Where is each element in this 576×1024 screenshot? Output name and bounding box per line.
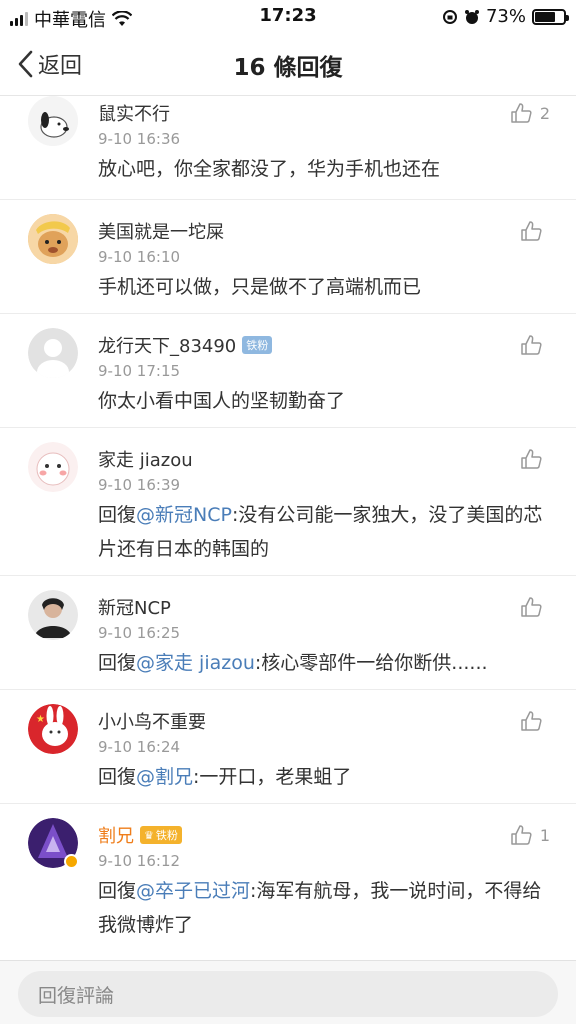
reply-bar: 回復評論	[0, 960, 576, 1024]
comment-author[interactable]: 鼠实不行	[98, 100, 170, 126]
mention-link[interactable]: @家走 jiazou	[136, 652, 255, 674]
avatar[interactable]	[28, 442, 78, 492]
mention-link[interactable]: @新冠NCP	[136, 504, 232, 526]
thumbs-up-icon	[521, 449, 542, 469]
comment-time: 9-10 17:15	[98, 362, 181, 380]
comment-author[interactable]: 美国就是一坨屎	[98, 218, 224, 244]
mention-link[interactable]: @卒子已过河	[136, 880, 250, 902]
comment-item: 割兄 ♛ 铁粉 9-10 16:12 回復@卒子已过河:海军有航母，我一说时间，不得…	[0, 804, 576, 964]
author-name: 美国就是一坨屎	[98, 222, 224, 243]
comment-text: 回復@割兄:一开口，老果蛆了	[98, 760, 546, 794]
page-title: 16 條回復	[233, 55, 343, 81]
avatar[interactable]	[28, 328, 78, 378]
like-button[interactable]	[520, 220, 550, 242]
comment-time: 9-10 16:39	[98, 476, 181, 494]
thumbs-up-icon	[511, 825, 532, 845]
comment-item: 鼠实不行 9-10 16:36 放心吧，你全家都没了，华为手机也还在 2	[0, 96, 576, 200]
avatar[interactable]	[28, 96, 78, 146]
reply-prefix: 回復	[98, 652, 137, 674]
reply-input[interactable]: 回復評論	[18, 971, 558, 1017]
like-count: 1	[539, 825, 550, 845]
reply-text: :一开口，老果蛆了	[193, 766, 352, 788]
thumbs-up-icon	[521, 221, 542, 241]
fan-badge-label: 铁粉	[155, 829, 178, 842]
author-name: 龙行天下_83490	[98, 336, 237, 357]
rotation-lock-icon	[442, 9, 457, 24]
comment-text: 你太小看中国人的坚韧勤奋了	[98, 390, 346, 412]
reply-prefix: 回復	[98, 504, 137, 526]
battery-icon	[532, 8, 569, 25]
thumbs-up-icon	[521, 711, 542, 731]
like-button[interactable]	[520, 710, 550, 732]
fan-badge: 铁粉	[242, 336, 273, 354]
nav-bar: 返回 16 條回復	[0, 34, 576, 96]
author-name: 割兄	[98, 826, 134, 847]
verified-badge-icon	[64, 854, 79, 869]
thumbs-up-icon	[511, 103, 532, 123]
comment-author[interactable]: 小小鸟不重要	[98, 708, 206, 734]
like-button[interactable]	[520, 334, 550, 356]
avatar[interactable]	[28, 214, 78, 264]
reply-prefix: 回復	[98, 880, 137, 902]
comment-time: 9-10 16:10	[98, 248, 181, 266]
comment-time: 9-10 16:12	[98, 852, 181, 870]
comment-item: 龙行天下_83490 铁粉 9-10 17:15 你太小看中国人的坚韧勤奋了	[0, 314, 576, 428]
comment-list: 鼠实不行 9-10 16:36 放心吧，你全家都没了，华为手机也还在 2 美国就…	[0, 96, 576, 964]
comment-item: 家走 jiazou 9-10 16:39 回復@新冠NCP:没有公司能一家独大，…	[0, 428, 576, 576]
thumbs-up-icon	[521, 597, 542, 617]
comment-time: 9-10 16:25	[98, 624, 181, 642]
comment-author[interactable]: 龙行天下_83490 铁粉	[98, 332, 273, 358]
comment-text: 回復@家走 jiazou:核心零部件一给你断供......	[98, 646, 546, 680]
comment-text: 手机还可以做，只是做不了高端机而已	[98, 276, 422, 298]
comment-item: 新冠NCP 9-10 16:25 回復@家走 jiazou:核心零部件一给你断供…	[0, 576, 576, 690]
comment-author[interactable]: 割兄 ♛ 铁粉	[98, 822, 182, 848]
status-bar: 中華電信 17:23 73%	[0, 0, 576, 34]
status-right: 73%	[442, 6, 569, 27]
author-name: 小小鸟不重要	[98, 712, 206, 733]
reply-text: :核心零部件一给你断供......	[254, 652, 488, 674]
alarm-icon	[464, 9, 479, 24]
like-button[interactable]: 2	[510, 102, 550, 124]
author-name: 家走 jiazou	[98, 450, 193, 471]
like-button[interactable]	[520, 448, 550, 470]
comment-item: ★ 小小鸟不重要 9-10 16:24 回復@割兄:一开口，老果蛆了	[0, 690, 576, 804]
comment-item: 美国就是一坨屎 9-10 16:10 手机还可以做，只是做不了高端机而已	[0, 200, 576, 314]
thumbs-up-icon	[521, 335, 542, 355]
like-button[interactable]: 1	[510, 824, 550, 846]
svg-text:★: ★	[36, 714, 45, 725]
comment-time: 9-10 16:24	[98, 738, 181, 756]
author-name: 新冠NCP	[98, 598, 171, 619]
comment-text: 放心吧，你全家都没了，华为手机也还在	[98, 158, 441, 180]
comment-time: 9-10 16:36	[98, 130, 181, 148]
crown-icon: ♛	[144, 828, 154, 842]
fan-badge: ♛ 铁粉	[140, 826, 182, 844]
like-button[interactable]	[520, 596, 550, 618]
author-name: 鼠实不行	[98, 104, 170, 125]
mention-link[interactable]: @割兄	[136, 766, 193, 788]
reply-prefix: 回復	[98, 766, 137, 788]
battery-percent: 73%	[485, 6, 526, 27]
like-count: 2	[539, 103, 550, 123]
reply-placeholder: 回復評論	[38, 984, 115, 1007]
comment-author[interactable]: 新冠NCP	[98, 594, 171, 620]
comment-text: 回復@卒子已过河:海军有航母，我一说时间，不得给我微博炸了	[98, 874, 546, 942]
avatar[interactable]	[28, 590, 78, 640]
comment-text: 回復@新冠NCP:没有公司能一家独大，没了美国的芯片还有日本的韩国的	[98, 498, 546, 566]
comment-author[interactable]: 家走 jiazou	[98, 446, 193, 472]
avatar[interactable]: ★	[28, 704, 78, 754]
